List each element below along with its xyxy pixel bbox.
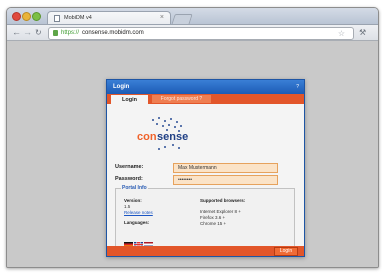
logo-dot [158,148,160,150]
reload-icon[interactable]: ↻ [35,27,42,38]
password-label: Password: [115,176,143,182]
release-notes-link[interactable]: Release notes [124,210,153,216]
help-icon[interactable]: ? [296,84,299,90]
logo-dot [164,146,166,148]
logo-dot [176,121,178,123]
close-window-button[interactable] [12,12,21,21]
logo-dot [156,123,158,125]
login-button[interactable]: Login [274,247,298,256]
logo-dot [168,124,170,126]
lock-icon [53,30,58,36]
back-arrow-icon[interactable]: ← [12,27,21,38]
logo-dot [170,118,172,120]
logo-dot [172,144,174,146]
logo-dot [158,117,160,119]
logo-dot [180,125,182,127]
username-label: Username: [115,164,144,170]
logo-dot [162,125,164,127]
browser-chrome: Chrome 15 + [200,221,227,226]
dialog-footer: Login [107,246,304,256]
portal-info-box: Portal Info Version: 1.5 Release notes L… [115,185,295,250]
dialog-header: Login ? [107,80,304,94]
tab-login[interactable]: Login [111,95,148,104]
browsers-label: Supported browsers: [200,198,246,203]
logo-text-sense: sense [157,131,189,143]
username-field[interactable]: Max Mustermann [173,163,278,173]
password-field[interactable]: •••••••• [173,175,278,185]
page-icon [54,15,60,22]
page-viewport: Login ? Login Forgot password ? con sens… [7,41,378,267]
logo-dot [178,147,180,149]
portal-info-legend: Portal Info [121,185,148,192]
login-dialog: Login ? Login Forgot password ? con sens… [106,79,305,257]
browser-tab[interactable]: MobiDM v4 × [47,11,171,25]
forward-arrow-icon[interactable]: → [23,27,32,38]
star-icon[interactable]: ☆ [338,28,345,39]
url-scheme: https:// [61,30,80,36]
wrench-icon[interactable]: ⚒ [359,27,366,38]
browser-window: MobiDM v4 × ← → ↻ https:// consense.mobi… [6,7,379,268]
browser-toolbar: ← → ↻ https:// consense.mobidm.com ☆ ⚒ [7,24,378,41]
maximize-window-button[interactable] [32,12,41,21]
logo-dot [174,126,176,128]
tab-close-icon[interactable]: × [160,12,164,24]
logo-dot [164,120,166,122]
logo-text-con: con [137,131,157,143]
dialog-title: Login [113,84,130,90]
url-host: consense.mobidm.com [82,30,144,36]
tab-forgot-password[interactable]: Forgot password ? [152,95,211,103]
tab-title: MobiDM v4 [64,15,92,21]
minimize-window-button[interactable] [22,12,31,21]
address-bar[interactable]: https:// consense.mobidm.com ☆ [48,27,354,40]
dialog-tab-row: Login Forgot password ? [107,94,304,104]
languages-label: Languages: [124,220,150,225]
tab-bar: MobiDM v4 × [7,8,378,25]
logo-dot [152,119,154,121]
consense-logo: con sense [137,117,197,153]
